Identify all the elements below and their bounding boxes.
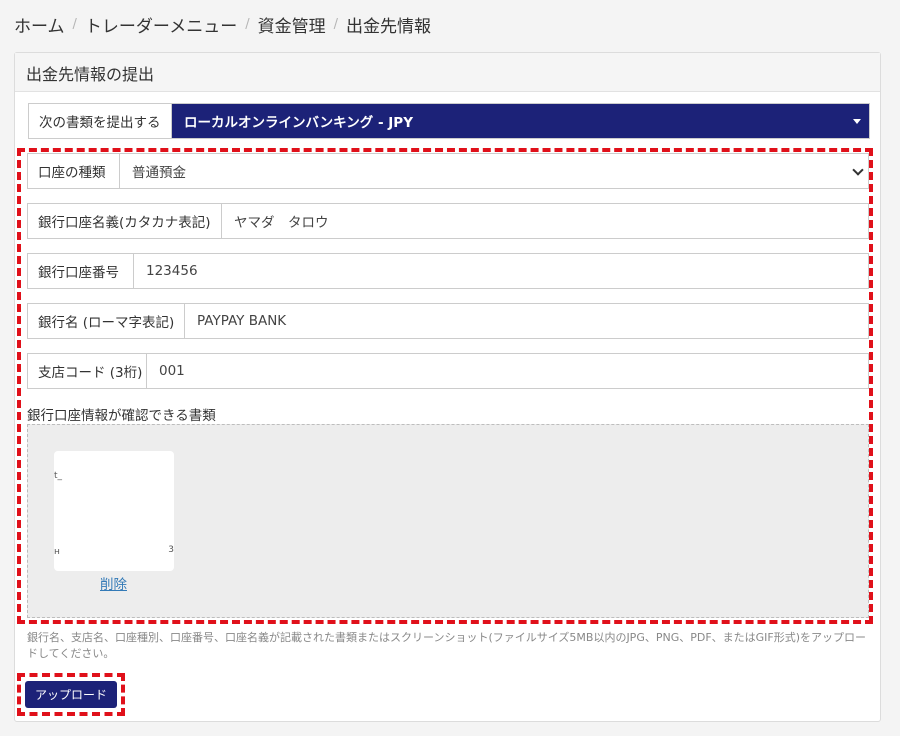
breadcrumb-home[interactable]: ホーム [14, 12, 65, 37]
document-type-dropdown[interactable]: ローカルオンラインバンキング - JPY [172, 104, 869, 138]
document-type-label: 次の書類を提出する [29, 104, 172, 138]
breadcrumb: ホーム / トレーダーメニュー / 資金管理 / 出金先情報 [14, 12, 431, 37]
account-name-row: 銀行口座名義(カタカナ表記) ヤマダ タロウ [27, 203, 869, 239]
breadcrumb-fund-management[interactable]: 資金管理 [258, 12, 326, 37]
upload-help-text: 銀行名、支店名、口座種別、口座番号、口座名義が記載された書類またはスクリーンショ… [27, 631, 867, 660]
account-name-label: 銀行口座名義(カタカナ表記) [28, 204, 222, 238]
documents-title: 銀行口座情報が確認できる書類 [27, 408, 216, 424]
account-type-select[interactable]: 普通預金 [120, 154, 868, 188]
document-thumbnail: t_ ʜ 3 [54, 451, 174, 571]
branch-code-label: 支店コード (3桁) [28, 354, 147, 388]
delete-document-link[interactable]: 削除 [100, 573, 127, 593]
document-upload-area[interactable]: t_ ʜ 3 削除 [27, 424, 869, 618]
breadcrumb-separator: / [333, 17, 338, 32]
account-name-input[interactable]: ヤマダ タロウ [222, 204, 868, 238]
chevron-down-icon [852, 164, 864, 176]
document-type-select[interactable]: 次の書類を提出する ローカルオンラインバンキング - JPY [28, 103, 870, 139]
breadcrumb-current: 出金先情報 [346, 17, 431, 37]
bank-name-label: 銀行名 (ローマ字表記) [28, 304, 185, 338]
breadcrumb-trader-menu[interactable]: トレーダーメニュー [85, 12, 237, 37]
caret-down-icon [853, 119, 861, 124]
breadcrumb-separator: / [245, 17, 250, 32]
document-type-value: ローカルオンラインバンキング - JPY [184, 115, 413, 131]
branch-code-input[interactable]: 001 [147, 354, 868, 388]
panel-title: 出金先情報の提出 [15, 53, 880, 92]
account-number-label: 銀行口座番号 [28, 254, 134, 288]
account-type-row: 口座の種類 普通預金 [27, 153, 869, 189]
bank-name-row: 銀行名 (ローマ字表記) PAYPAY BANK [27, 303, 869, 339]
account-type-value: 普通預金 [132, 165, 186, 181]
branch-code-row: 支店コード (3桁) 001 [27, 353, 869, 389]
account-number-input[interactable]: 123456 [134, 254, 868, 288]
thumbnail-mark: ʜ [54, 547, 60, 557]
thumbnail-mark: 3 [168, 545, 174, 555]
bank-name-input[interactable]: PAYPAY BANK [185, 304, 868, 338]
account-type-label: 口座の種類 [28, 154, 120, 188]
account-number-row: 銀行口座番号 123456 [27, 253, 869, 289]
breadcrumb-separator: / [72, 17, 77, 32]
thumbnail-mark: t_ [54, 471, 63, 481]
upload-button[interactable]: アップロード [25, 681, 117, 708]
